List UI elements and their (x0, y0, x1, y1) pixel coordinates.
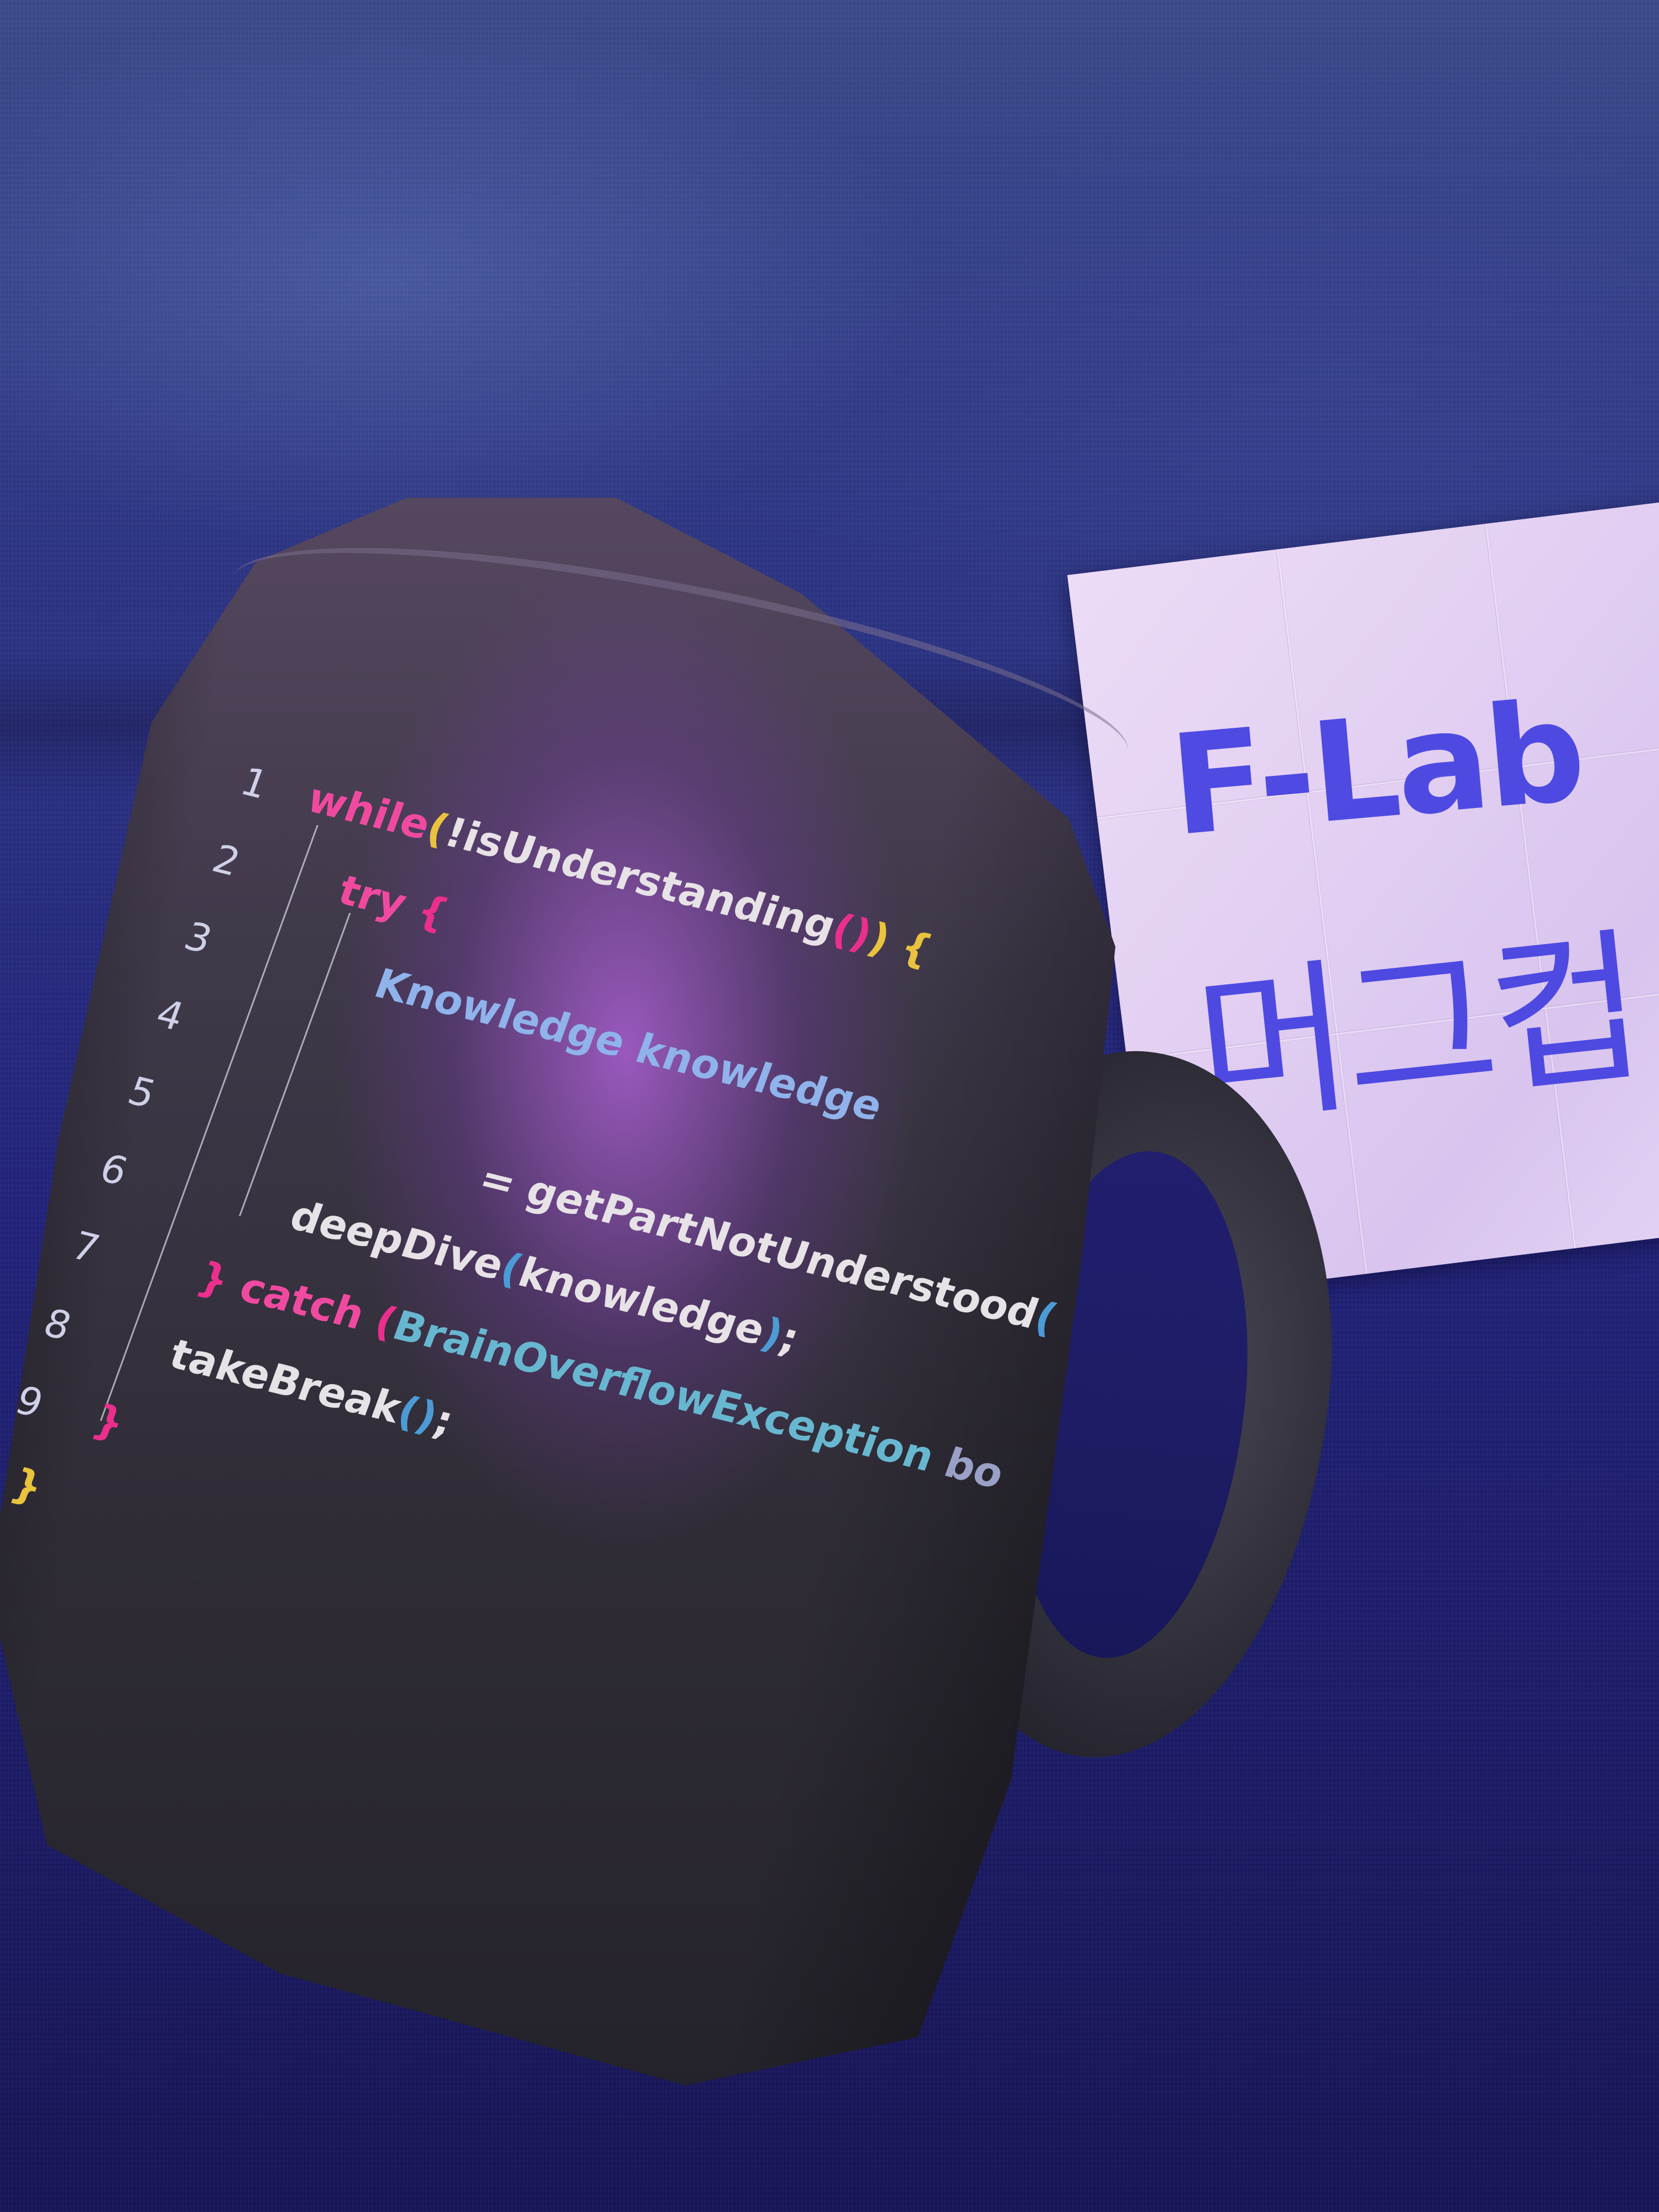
code-line-8: 8 takeBreak(); (7, 1277, 460, 1445)
code-line-9: 9 } (0, 1354, 131, 1448)
coffee-mug: 1 while(!isUnderstanding()) { 2 try { 3 … (0, 0, 1659, 2212)
photo-scene: F-Lab 머그컵 1 while(!isUnderstanding()) { … (0, 0, 1659, 2212)
